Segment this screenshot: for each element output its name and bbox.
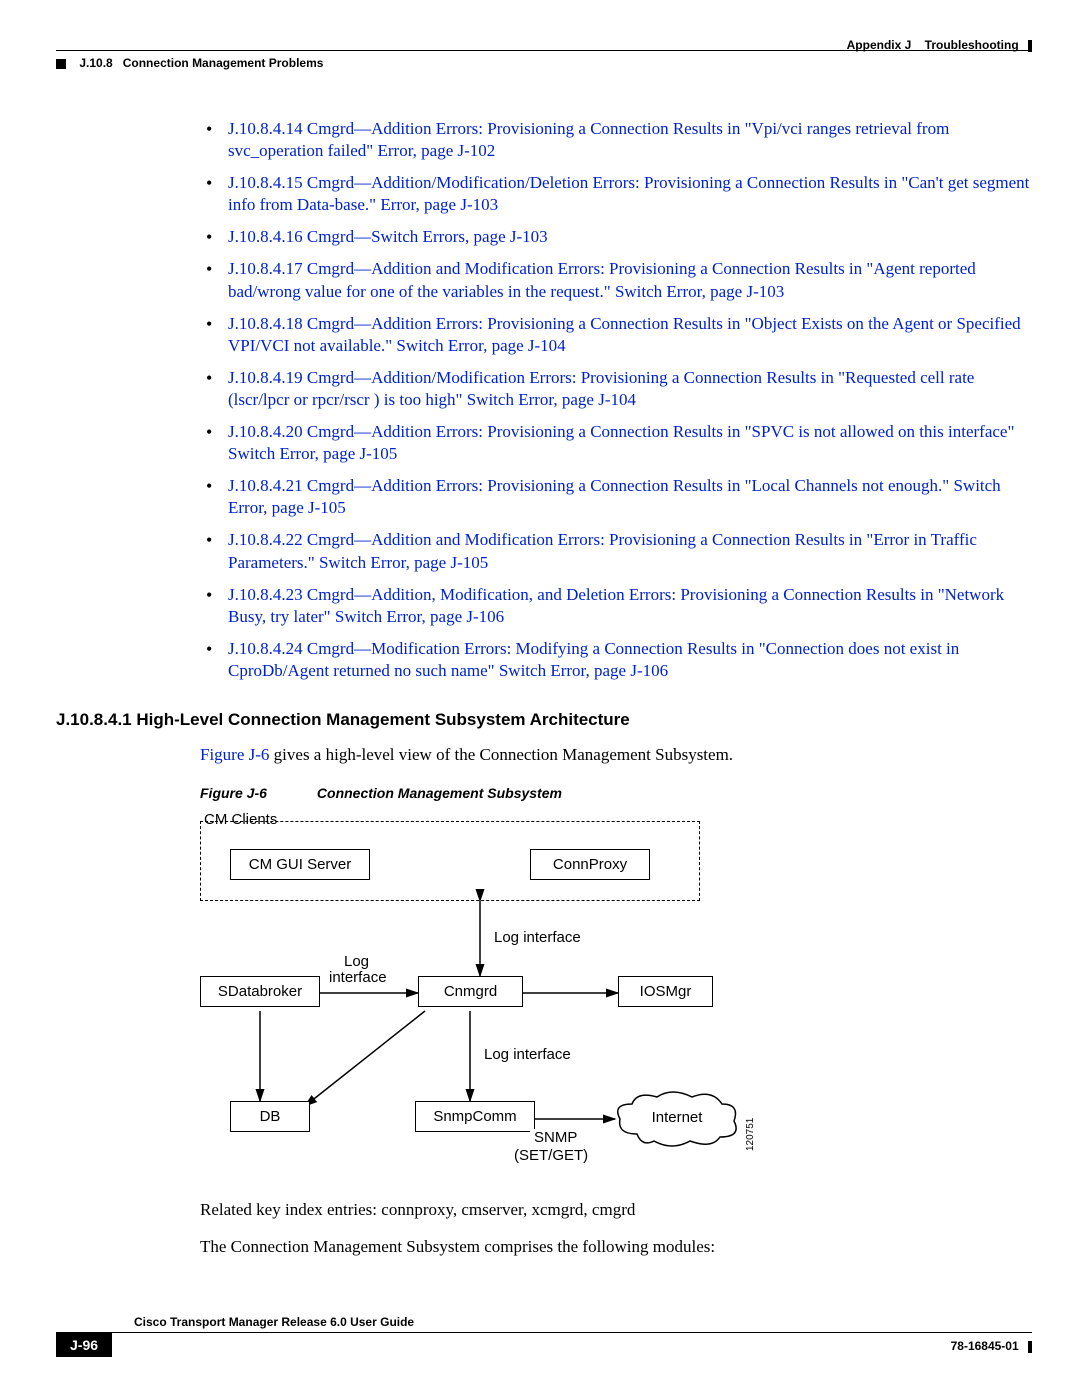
- internet-cloud: Internet: [612, 1089, 742, 1149]
- section-number: J.10.8: [79, 56, 112, 70]
- figure-number: Figure J-6: [200, 785, 267, 801]
- cm-gui-server-box: CM GUI Server: [230, 849, 370, 880]
- intro-text: gives a high-level view of the Connectio…: [269, 745, 733, 764]
- cnmgrd-box: Cnmgrd: [418, 976, 523, 1007]
- list-item: J.10.8.4.23 Cmgrd—Addition, Modification…: [200, 584, 1032, 628]
- list-item: J.10.8.4.24 Cmgrd—Modification Errors: M…: [200, 638, 1032, 682]
- xref-link[interactable]: J.10.8.4.20 Cmgrd—Addition Errors: Provi…: [228, 422, 1014, 463]
- page-number: J-96: [56, 1333, 112, 1357]
- xref-link[interactable]: J.10.8.4.19 Cmgrd—Addition/Modification …: [228, 368, 974, 409]
- setget-label: (SET/GET): [510, 1147, 592, 1164]
- appendix-label: Appendix J: [847, 38, 912, 52]
- figure-title: Connection Management Subsystem: [317, 785, 562, 801]
- figure-caption: Figure J-6 Connection Management Subsyste…: [200, 785, 1032, 801]
- running-header-right: Appendix J Troubleshooting: [847, 38, 1032, 52]
- list-item: J.10.8.4.18 Cmgrd—Addition Errors: Provi…: [200, 313, 1032, 357]
- footer-rule: [56, 1332, 1032, 1333]
- section-title: Connection Management Problems: [123, 56, 324, 70]
- xref-link[interactable]: J.10.8.4.21 Cmgrd—Addition Errors: Provi…: [228, 476, 1001, 517]
- snmp-label: SNMP: [530, 1129, 581, 1146]
- page-content: J.10.8.4.14 Cmgrd—Addition Errors: Provi…: [200, 118, 1032, 1273]
- xref-link[interactable]: J.10.8.4.23 Cmgrd—Addition, Modification…: [228, 585, 1004, 626]
- footer-bar-icon: [1028, 1341, 1032, 1353]
- iosmgr-box: IOSMgr: [618, 976, 713, 1007]
- list-item: J.10.8.4.15 Cmgrd—Addition/Modification/…: [200, 172, 1032, 216]
- header-square-icon: [56, 59, 66, 69]
- xref-link[interactable]: J.10.8.4.18 Cmgrd—Addition Errors: Provi…: [228, 314, 1021, 355]
- log-label: Log: [340, 953, 373, 970]
- bullet-list: J.10.8.4.14 Cmgrd—Addition Errors: Provi…: [200, 118, 1032, 682]
- list-item: J.10.8.4.21 Cmgrd—Addition Errors: Provi…: [200, 475, 1032, 519]
- appendix-title: Troubleshooting: [925, 38, 1019, 52]
- footer-guide-title: Cisco Transport Manager Release 6.0 User…: [134, 1315, 414, 1329]
- log-interface-label-top: Log interface: [490, 929, 585, 946]
- related-entries-paragraph: Related key index entries: connproxy, cm…: [200, 1199, 1032, 1222]
- xref-link[interactable]: J.10.8.4.14 Cmgrd—Addition Errors: Provi…: [228, 119, 949, 160]
- xref-link[interactable]: J.10.8.4.15 Cmgrd—Addition/Modification/…: [228, 173, 1029, 214]
- list-item: J.10.8.4.22 Cmgrd—Addition and Modificat…: [200, 529, 1032, 573]
- modules-intro-paragraph: The Connection Management Subsystem comp…: [200, 1236, 1032, 1259]
- sdatabroker-box: SDatabroker: [200, 976, 320, 1007]
- running-header-left: J.10.8 Connection Management Problems: [56, 56, 323, 70]
- xref-link[interactable]: J.10.8.4.22 Cmgrd—Addition and Modificat…: [228, 530, 977, 571]
- internet-label: Internet: [612, 1109, 742, 1126]
- footer-part-number: 78-16845-01: [951, 1339, 1032, 1353]
- list-item: J.10.8.4.16 Cmgrd—Switch Errors, page J-…: [200, 226, 1032, 248]
- log-interface-label-bottom: Log interface: [480, 1046, 575, 1063]
- list-item: J.10.8.4.20 Cmgrd—Addition Errors: Provi…: [200, 421, 1032, 465]
- db-box: DB: [230, 1101, 310, 1132]
- intro-paragraph: Figure J-6 gives a high-level view of th…: [200, 744, 1032, 767]
- connproxy-box: ConnProxy: [530, 849, 650, 880]
- figure-xref[interactable]: Figure J-6: [200, 745, 269, 764]
- figure-id-number: 120751: [745, 1118, 756, 1151]
- list-item: J.10.8.4.17 Cmgrd—Addition and Modificat…: [200, 258, 1032, 302]
- list-item: J.10.8.4.14 Cmgrd—Addition Errors: Provi…: [200, 118, 1032, 162]
- snmpcomm-box: SnmpComm: [415, 1101, 535, 1132]
- subsection-heading: J.10.8.4.1 High-Level Connection Managem…: [56, 710, 1032, 730]
- figure-diagram: CM Clients CM GUI Server ConnProxy Log i…: [200, 811, 760, 1181]
- header-bar-icon: [1028, 40, 1032, 52]
- xref-link[interactable]: J.10.8.4.17 Cmgrd—Addition and Modificat…: [228, 259, 976, 300]
- part-number-text: 78-16845-01: [951, 1339, 1019, 1353]
- list-item: J.10.8.4.19 Cmgrd—Addition/Modification …: [200, 367, 1032, 411]
- xref-link[interactable]: J.10.8.4.16 Cmgrd—Switch Errors, page J-…: [228, 227, 548, 246]
- interface-label: interface: [325, 969, 391, 986]
- xref-link[interactable]: J.10.8.4.24 Cmgrd—Modification Errors: M…: [228, 639, 959, 680]
